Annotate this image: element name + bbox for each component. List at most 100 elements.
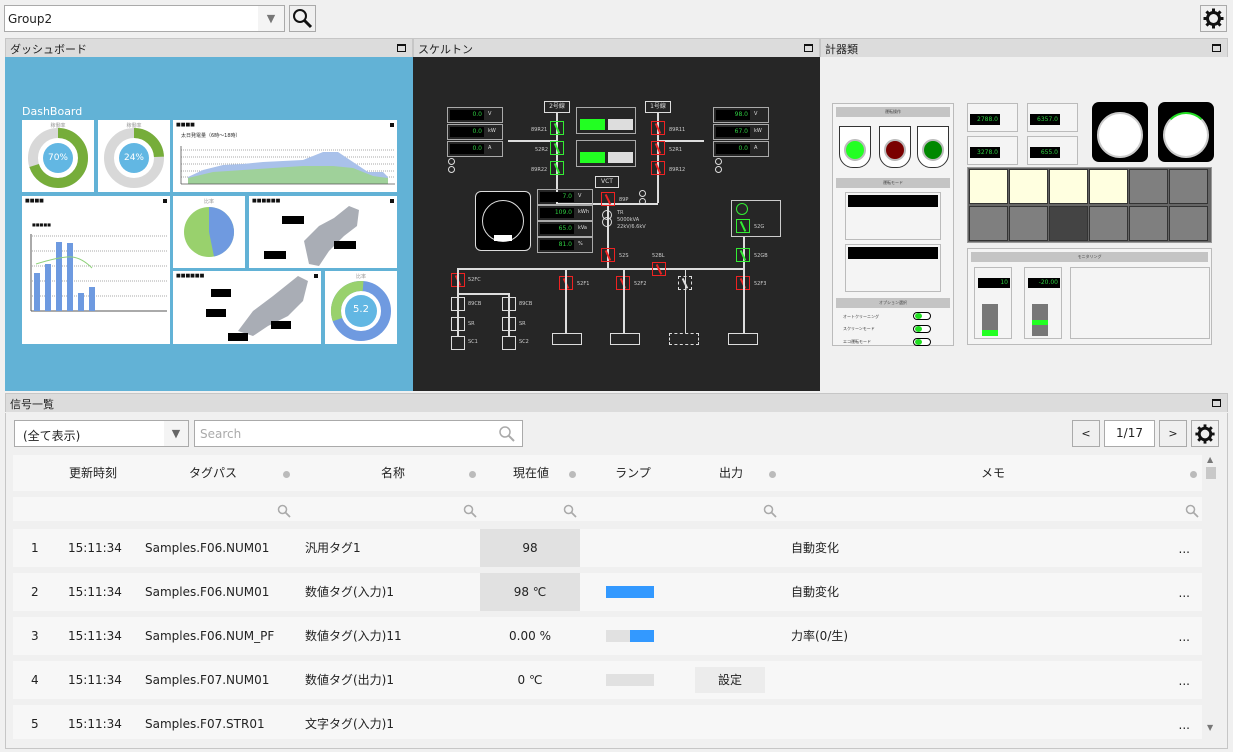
column-filter-dot[interactable]: [469, 471, 476, 478]
column-search-icon[interactable]: [463, 504, 477, 518]
switch-89r21[interactable]: [550, 121, 564, 135]
switch-52r2[interactable]: [550, 141, 564, 155]
load-box-2[interactable]: [610, 333, 640, 345]
chevron-down-icon[interactable]: ▼: [164, 421, 188, 446]
run-button[interactable]: [839, 126, 871, 168]
column-header-value[interactable]: 現在値: [491, 455, 571, 491]
toggle-auto-cleaning[interactable]: [913, 312, 931, 320]
switch-52gb[interactable]: [736, 248, 750, 262]
toggle-eco-mode[interactable]: [913, 338, 931, 346]
load-box-1[interactable]: [552, 333, 582, 345]
search-icon[interactable]: [498, 425, 516, 443]
column-filter-dot[interactable]: [769, 471, 776, 478]
page-prev-button[interactable]: <: [1072, 420, 1100, 447]
row-lamp: [606, 674, 654, 686]
svg-text:■■■■■: ■■■■■: [32, 222, 51, 227]
table-row[interactable]: 5 15:11:34 Samples.F07.STR01 文字タグ(入力)1...: [13, 705, 1202, 739]
column-filter-dot[interactable]: [1190, 471, 1197, 478]
search-field[interactable]: [194, 420, 523, 447]
group-select[interactable]: Group2 ▼: [4, 5, 285, 32]
load-box-3[interactable]: [728, 333, 758, 345]
mode-box-2: [576, 140, 636, 167]
switch-52bl[interactable]: [652, 262, 666, 276]
column-search-icon[interactable]: [563, 504, 577, 518]
instruments-preview[interactable]: 運転操作 運転モード オプション選択 オートクリーニング スクリーンモード エコ…: [820, 57, 1228, 391]
mode-auto-button[interactable]: [580, 119, 605, 130]
indicator-circle: [448, 158, 455, 165]
table-row[interactable]: 3 15:11:34 Samples.F06.NUM_PF 数値タグ(入力)11 0.0…: [13, 617, 1202, 655]
chevron-down-icon[interactable]: ▼: [258, 6, 284, 31]
halt-button[interactable]: [917, 126, 949, 168]
page-next-button[interactable]: >: [1159, 420, 1187, 447]
bar-chart-card: ■■■■ ■■■■■: [22, 196, 170, 344]
group-search-button[interactable]: [289, 5, 316, 32]
toggle-screen-mode[interactable]: [913, 325, 931, 333]
scroll-down-icon[interactable]: ▼: [1207, 723, 1213, 732]
column-search-icon[interactable]: [763, 504, 777, 518]
equipment-89cb-2[interactable]: [502, 297, 516, 311]
table-row[interactable]: 1 15:11:34 Samples.F06.NUM01 汎用タグ1 98 自動変化...: [13, 529, 1202, 567]
switch-89r11[interactable]: [651, 121, 665, 135]
lamp-cell: [969, 169, 1008, 204]
row-more-button[interactable]: ...: [1179, 661, 1190, 701]
row-tag-path: Samples.F07.STR01: [145, 717, 265, 731]
switch-52g[interactable]: [736, 219, 750, 233]
mode-manual-button[interactable]: [608, 119, 633, 130]
mode-on-button[interactable]: [580, 152, 605, 163]
meter-left-2: 0.0 kW: [447, 124, 503, 140]
lamp-cell: [969, 206, 1008, 241]
maximize-icon[interactable]: [397, 44, 406, 52]
switch-52r1[interactable]: [651, 141, 665, 155]
global-settings-button[interactable]: [1200, 5, 1227, 32]
switch-89r22[interactable]: [550, 161, 564, 175]
scroll-thumb[interactable]: [1206, 467, 1216, 479]
scroll-up-icon[interactable]: ▲: [1207, 455, 1213, 464]
equipment-sc2[interactable]: [502, 336, 516, 350]
equipment-sc1[interactable]: [451, 336, 465, 350]
equipment-sr-2[interactable]: [502, 317, 516, 331]
column-search-icon[interactable]: [1185, 504, 1199, 518]
lamp-cell: [1169, 169, 1208, 204]
search-input[interactable]: [200, 422, 490, 445]
stop-button[interactable]: [879, 126, 911, 168]
map-hokkaido: [264, 206, 359, 266]
operation-panel: 運転操作 運転モード オプション選択 オートクリーニング スクリーンモード エコ…: [832, 103, 954, 346]
table-row[interactable]: 4 15:11:34 Samples.F07.NUM01 数値タグ(出力)1 0 ℃ 設定…: [13, 661, 1202, 699]
column-header-output[interactable]: 出力: [691, 455, 771, 491]
row-more-button[interactable]: ...: [1179, 617, 1190, 657]
row-more-button[interactable]: ...: [1179, 529, 1190, 569]
column-header-time[interactable]: 更新時刻: [53, 455, 133, 491]
filter-select[interactable]: (全て表示) ▼: [14, 420, 189, 447]
maximize-icon[interactable]: [804, 44, 813, 52]
switch-89r12[interactable]: [651, 161, 665, 175]
skeleton-diagram[interactable]: 0.0 V 0.0 kW 0.0 A 98.0 V 67.0 kW 0.0 A 2号線 1号…: [413, 57, 820, 391]
table-row[interactable]: 2 15:11:34 Samples.F06.NUM01 数値タグ(入力)1 98 ℃ 自…: [13, 573, 1202, 611]
map-japan: [206, 276, 308, 341]
equipment-89cb-1[interactable]: [451, 297, 465, 311]
page-indicator[interactable]: 1/17: [1104, 420, 1155, 447]
row-more-button[interactable]: ...: [1179, 573, 1190, 613]
maximize-icon[interactable]: [1212, 399, 1221, 407]
row-output-set-button[interactable]: 設定: [695, 667, 765, 693]
maximize-icon[interactable]: [1212, 44, 1221, 52]
column-header-memo[interactable]: メモ: [953, 455, 1033, 491]
load-box-spare[interactable]: [669, 333, 699, 345]
column-header-path[interactable]: タグパス: [173, 455, 253, 491]
dashboard-preview[interactable]: DashBoard 稼働率 70% 稼働率 24% ■■■■ 太日発電量（6時〜…: [5, 57, 413, 391]
row-name: 数値タグ(出力)1: [305, 673, 394, 687]
gear-icon: [1195, 424, 1215, 444]
column-header-lamp[interactable]: ランプ: [593, 455, 673, 491]
mode-off-button[interactable]: [608, 152, 633, 163]
vertical-scrollbar[interactable]: ▲ ▼: [1203, 455, 1219, 745]
column-search-icon[interactable]: [277, 504, 291, 518]
switch-52s[interactable]: [601, 248, 615, 262]
column-header-name[interactable]: 名称: [353, 455, 433, 491]
rpm-meter: 10: [974, 267, 1012, 339]
equipment-sr-1[interactable]: [451, 317, 465, 331]
switch-89p[interactable]: [601, 192, 615, 206]
column-filter-dot[interactable]: [283, 471, 290, 478]
column-filter-dot[interactable]: [569, 471, 576, 478]
row-more-button[interactable]: ...: [1179, 705, 1190, 745]
row-number: 4: [31, 673, 39, 687]
list-settings-button[interactable]: [1191, 420, 1219, 447]
